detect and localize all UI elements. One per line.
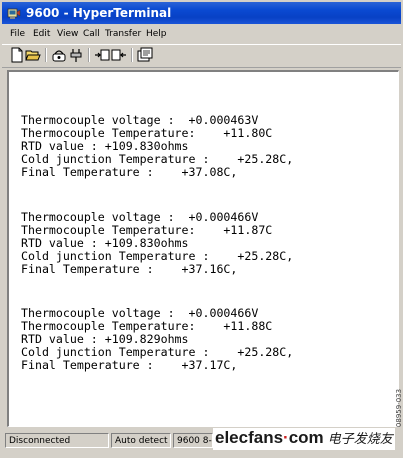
receive-icon[interactable] xyxy=(111,47,127,63)
watermark-brand: elecfans xyxy=(215,428,284,447)
status-settings: 9600 8-N-1 xyxy=(173,433,213,448)
hyperterminal-app-icon xyxy=(7,8,21,19)
menu-call[interactable]: Call xyxy=(83,27,100,41)
watermark-chinese: 电子发烧友 xyxy=(327,432,393,447)
properties-icon[interactable] xyxy=(137,47,153,63)
terminal-text: Thermocouple voltage : +0.000463V Thermo… xyxy=(21,72,293,372)
menu-view[interactable]: View xyxy=(57,27,78,41)
menu-transfer[interactable]: Transfer xyxy=(105,27,141,41)
toolbar xyxy=(2,44,401,68)
new-icon[interactable] xyxy=(9,47,25,63)
terminal-line: Final Temperature : +37.08C, xyxy=(21,165,238,179)
send-icon[interactable] xyxy=(94,47,110,63)
title-bar[interactable]: 9600 - HyperTerminal xyxy=(2,2,401,24)
status-connection: Disconnected xyxy=(5,433,109,448)
menu-file[interactable]: File xyxy=(10,27,25,41)
figure-code-text: 08959-033 xyxy=(395,388,404,428)
hyperterminal-window: 9600 - HyperTerminal File Edit View Call… xyxy=(0,0,403,458)
terminal-line: Final Temperature : +37.17C, xyxy=(21,358,238,372)
watermark-domain: com xyxy=(288,428,324,447)
toolbar-separator xyxy=(88,48,90,62)
disconnect-icon[interactable] xyxy=(68,47,84,63)
terminal-output-area[interactable]: Thermocouple voltage : +0.000463V Thermo… xyxy=(7,70,399,427)
menu-bar: File Edit View Call Transfer Help xyxy=(2,26,401,42)
toolbar-separator xyxy=(131,48,133,62)
open-icon[interactable] xyxy=(25,47,41,63)
menu-edit[interactable]: Edit xyxy=(33,27,50,41)
elecfans-watermark: elecfans·com 电子发烧友 xyxy=(213,428,395,450)
connect-icon[interactable] xyxy=(51,47,67,63)
figure-code: 08959-033 xyxy=(395,380,414,440)
toolbar-separator xyxy=(45,48,47,62)
status-detect: Auto detect xyxy=(111,433,171,448)
terminal-line: Final Temperature : +37.16C, xyxy=(21,262,238,276)
window-title: 9600 - HyperTerminal xyxy=(26,6,172,20)
menu-help[interactable]: Help xyxy=(146,27,167,41)
